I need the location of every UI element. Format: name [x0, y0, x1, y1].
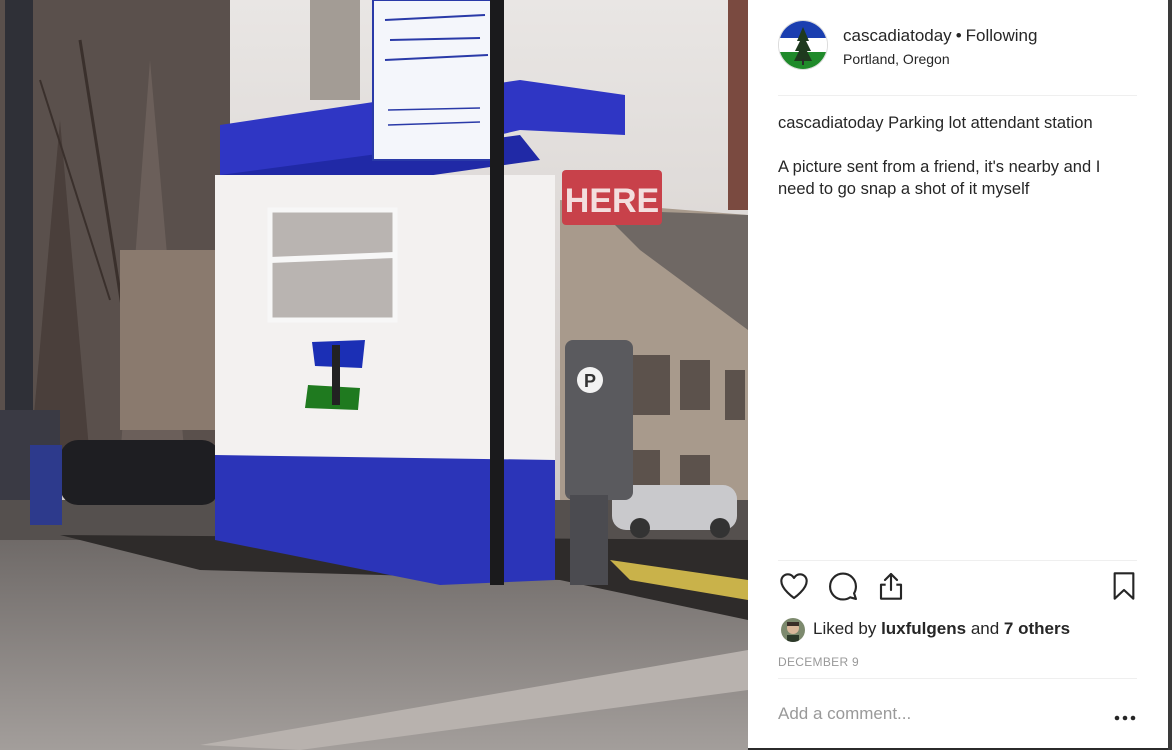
caption-username-link[interactable]: cascadiatoday: [778, 114, 884, 132]
header-name-line: cascadiatoday • Following: [843, 26, 1037, 46]
cascadia-flag-icon: [779, 21, 827, 69]
photo-illustration: HERE P: [0, 0, 748, 750]
post-actions: [778, 570, 1138, 608]
post-caption: cascadiatoday Parking lot attendant stat…: [778, 112, 1138, 200]
username-link[interactable]: cascadiatoday: [843, 26, 952, 45]
window-edge-right: [1168, 0, 1172, 750]
speech-bubble-icon: [829, 572, 857, 601]
more-options-icon: [1114, 715, 1136, 721]
share-icon: [879, 572, 903, 600]
likes-prefix: Liked by: [813, 619, 877, 638]
comment-button[interactable]: [827, 570, 859, 604]
caption-line-1: Parking lot attendant station: [888, 114, 1093, 132]
likes-text: Liked by luxfulgens and 7 others: [813, 619, 1070, 639]
bookmark-icon: [1113, 572, 1135, 600]
svg-text:P: P: [584, 371, 596, 391]
following-button[interactable]: Following: [966, 26, 1038, 45]
comment-input[interactable]: [778, 702, 1098, 726]
here-sign-text: HERE: [565, 182, 659, 220]
more-options-button[interactable]: [1112, 710, 1138, 721]
user-avatar-icon: [781, 618, 805, 642]
separator-dot: •: [955, 26, 962, 45]
comment-box: [778, 700, 1138, 730]
caption-line-2: A picture sent from a friend, it's nearb…: [778, 158, 1101, 198]
liker-username-link[interactable]: luxfulgens: [881, 619, 966, 638]
post-photo[interactable]: HERE P: [0, 0, 748, 750]
liker-avatar[interactable]: [781, 618, 805, 642]
comment-divider: [778, 678, 1137, 679]
save-button[interactable]: [1108, 570, 1140, 604]
post-date[interactable]: DECEMBER 9: [778, 655, 859, 669]
post-details-panel: cascadiatoday • Following Portland, Oregon…: [748, 0, 1168, 748]
likes-others-link[interactable]: 7 others: [1004, 619, 1070, 638]
likes-and: and: [970, 619, 1000, 638]
header-divider: [778, 95, 1137, 96]
like-button[interactable]: [778, 570, 810, 604]
post-header: cascadiatoday • Following Portland, Oregon: [778, 20, 1138, 80]
heart-icon: [780, 573, 808, 600]
location-link[interactable]: Portland, Oregon: [843, 51, 950, 67]
profile-avatar[interactable]: [778, 20, 828, 70]
actions-divider: [778, 560, 1137, 561]
share-button[interactable]: [875, 570, 907, 604]
